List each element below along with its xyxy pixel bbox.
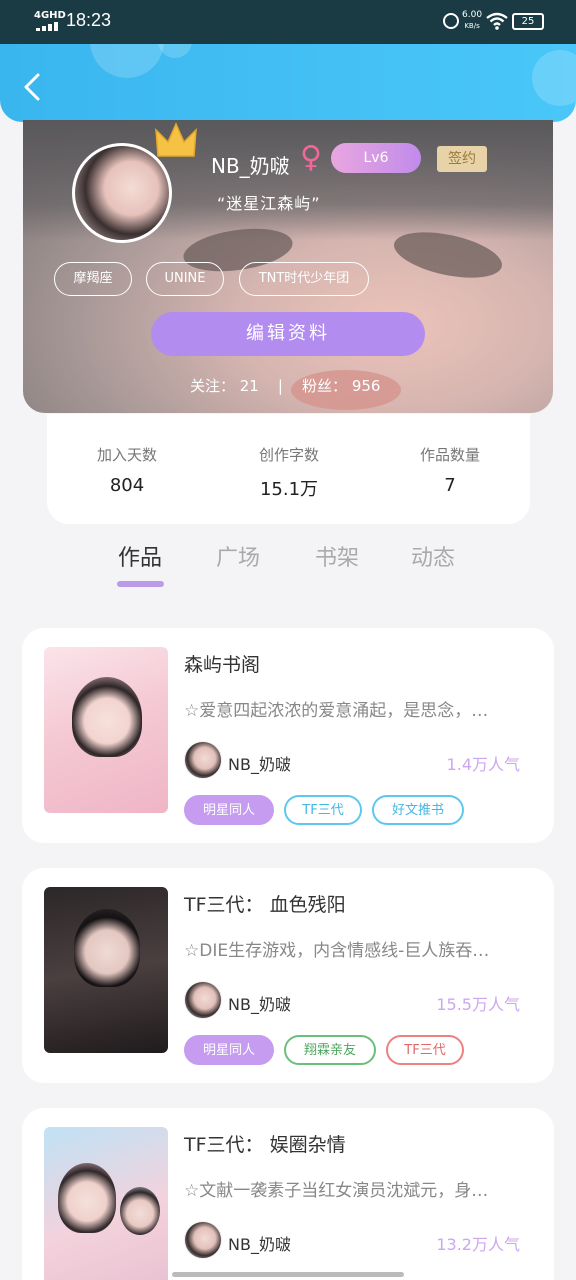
edit-profile-button[interactable]: 编辑资料 (151, 312, 425, 356)
author-avatar[interactable] (184, 981, 222, 1019)
signed-badge: 签约 (437, 146, 487, 172)
stat-label: 加入天数 (96, 446, 157, 464)
author-name: NB_奶啵 (228, 995, 291, 1014)
tab-works[interactable]: 作品 (118, 540, 162, 572)
stat-value: 7 (444, 475, 456, 496)
work-title: TF三代： 娱圈杂情 (184, 1134, 346, 1156)
stat-value: 15.1万 (259, 479, 319, 500)
net-speed-value: 6.00 (462, 10, 483, 20)
author-avatar[interactable] (184, 1221, 222, 1259)
crown-icon (155, 122, 197, 157)
motto: “迷星江森屿” (217, 194, 321, 213)
popularity: 13.2万人气 (436, 1235, 520, 1254)
book-cover[interactable] (44, 1127, 168, 1280)
popularity: 15.5万人气 (436, 995, 520, 1014)
level-badge: Lv6 (331, 143, 421, 173)
stats-card: 加入天数 804 创作字数 15.1万 作品数量 7 (47, 414, 530, 524)
popularity: 1.4万人气 (446, 755, 520, 774)
status-bar: 4GHD 18:23 6.00 KB/s 25 (0, 0, 576, 44)
work-card[interactable]: 森屿书阁 ☆爱意四起浓浓的爱意涌起，是思念，… NB_奶啵 1.4万人气 明星同… (22, 628, 554, 843)
home-indicator[interactable] (172, 1272, 404, 1277)
profile-tag[interactable]: TNT时代少年团 (239, 262, 369, 296)
stat-joined-days: 加入天数 804 (57, 444, 197, 496)
stat-word-count: 创作字数 15.1万 (219, 444, 359, 501)
author-name: NB_奶啵 (228, 755, 291, 774)
nickname: NB_奶啵 (211, 154, 290, 178)
profile-tag[interactable]: 摩羯座 (54, 262, 132, 296)
back-button[interactable] (18, 72, 48, 102)
work-tag[interactable]: TF三代 (386, 1035, 464, 1065)
active-tab-indicator (117, 581, 164, 587)
profile-tag[interactable]: UNINE (146, 262, 224, 296)
work-description: ☆爱意四起浓浓的爱意涌起，是思念，… (184, 701, 489, 721)
work-title: TF三代： 血色残阳 (184, 894, 346, 916)
work-tag[interactable]: 明星同人 (184, 795, 274, 825)
top-app-bar (0, 44, 576, 122)
battery-icon: 25 (512, 13, 544, 30)
tab-bookshelf[interactable]: 书架 (315, 540, 359, 572)
stat-label: 作品数量 (419, 446, 480, 464)
author-name: NB_奶啵 (228, 1235, 291, 1254)
work-tag[interactable]: 明星同人 (184, 1035, 274, 1065)
wifi-icon (486, 12, 508, 30)
net-speed: 6.00 KB/s (462, 10, 482, 32)
work-tag[interactable]: 好文推书 (372, 795, 464, 825)
work-description: ☆文献一袭素子当红女演员沈斌元，身… (184, 1181, 489, 1201)
work-card[interactable]: ​ TF三代： 血色残阳 ☆DIE生存游戏，内含情感线-巨人族吞… NB_奶啵 … (22, 868, 554, 1083)
tab-moments[interactable]: 动态 (411, 540, 455, 572)
work-tag[interactable]: TF三代 (284, 795, 362, 825)
work-card[interactable]: TF三代： 娱圈杂情 ☆文献一袭素子当红女演员沈斌元，身… NB_奶啵 13.2… (22, 1108, 554, 1280)
clock: 18:23 (66, 10, 112, 30)
alarm-icon (443, 13, 459, 29)
stat-label: 创作字数 (258, 446, 319, 464)
author-avatar[interactable] (184, 741, 222, 779)
stat-works-count: 作品数量 7 (380, 444, 520, 496)
work-tag[interactable]: 翔霖亲友 (284, 1035, 376, 1065)
follow-counts[interactable]: 关注： 21 | 粉丝： 956 (190, 375, 380, 396)
book-cover[interactable] (44, 647, 168, 813)
net-speed-unit: KB/s (464, 22, 480, 30)
tab-square[interactable]: 广场 (216, 540, 260, 572)
work-description: ☆DIE生存游戏，内含情感线-巨人族吞… (184, 941, 490, 961)
female-icon: ♀ (300, 140, 322, 175)
work-title: 森屿书阁 (184, 654, 261, 676)
stat-value: 804 (109, 475, 145, 496)
signal-icon (36, 22, 58, 31)
book-cover[interactable]: ​ (44, 887, 168, 1053)
network-type: 4GHD (34, 10, 66, 21)
